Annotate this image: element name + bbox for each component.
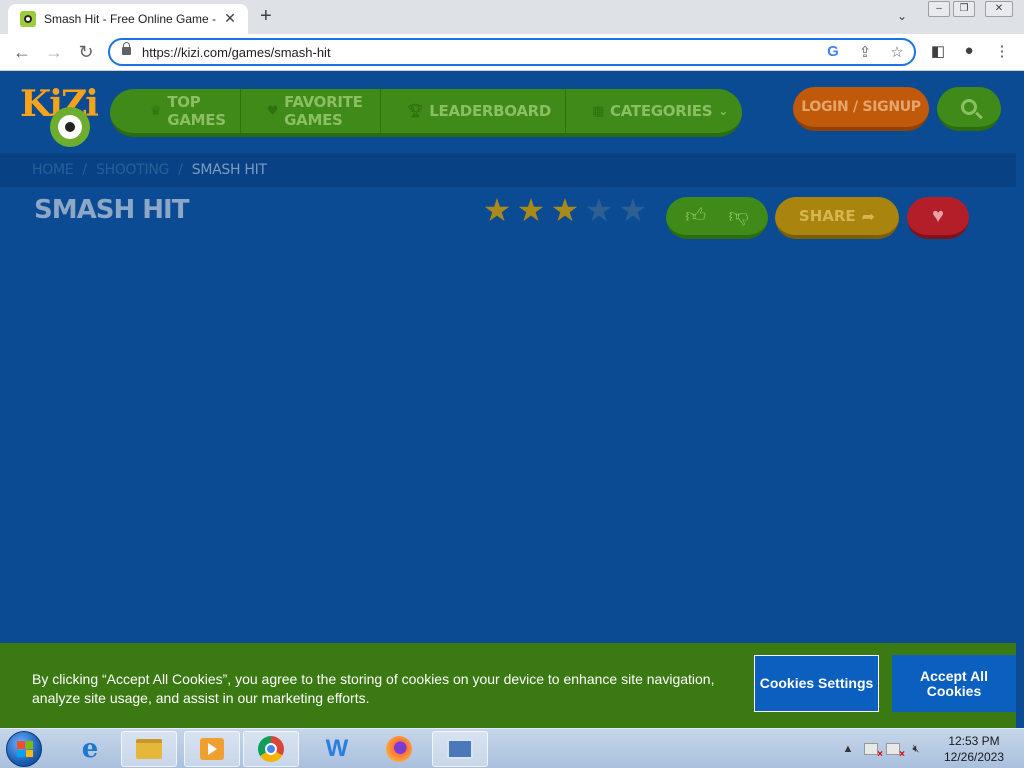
start-button[interactable] xyxy=(6,731,42,767)
clock-time: 12:53 PM xyxy=(948,734,1000,748)
taskbar-chrome[interactable] xyxy=(243,731,299,767)
folder-icon xyxy=(136,739,162,759)
lock-icon[interactable] xyxy=(122,42,131,55)
nav-label: CATEGORIES xyxy=(610,102,713,120)
minimize-button[interactable]: – xyxy=(928,1,950,17)
thumbs-down-icon[interactable]: 👎︎ xyxy=(728,204,748,228)
breadcrumb-separator: / xyxy=(178,162,183,178)
network-icon[interactable] xyxy=(886,743,905,760)
browser-tab[interactable]: Smash Hit - Free Online Game - K ✕ xyxy=(8,4,248,34)
clock-date: 12/26/2023 xyxy=(943,750,1005,764)
star-icon[interactable]: ★ xyxy=(548,194,582,226)
reload-icon[interactable]: ↻ xyxy=(75,41,97,63)
cookies-settings-button[interactable]: Cookies Settings xyxy=(754,655,879,712)
chrome-icon xyxy=(258,736,284,762)
chevron-down-icon: ⌄ xyxy=(718,104,728,118)
volume-muted-icon[interactable]: 🔇︎ xyxy=(908,743,924,756)
show-hidden-icons-icon[interactable]: ▲ xyxy=(840,743,856,755)
url-text[interactable]: https://kizi.com/games/smash-hit xyxy=(142,45,331,60)
action-center-flag-icon[interactable] xyxy=(864,743,883,760)
bookmark-star-icon[interactable]: ☆ xyxy=(888,43,906,61)
taskbar-remote-desktop[interactable] xyxy=(432,731,488,767)
tab-search-chevron-icon[interactable]: ⌄ xyxy=(897,9,907,23)
nav-leaderboard[interactable]: 🏆︎ LEADERBOARD xyxy=(381,89,567,133)
nav-label: TOP GAMES xyxy=(167,93,226,129)
media-player-icon xyxy=(200,738,224,760)
taskbar: e W ▲ 🔇︎ 12:53 PM 12/26/2023 xyxy=(0,728,1024,768)
system-clock[interactable]: 12:53 PM 12/26/2023 xyxy=(936,733,1012,765)
share-button[interactable]: SHARE ➦ xyxy=(775,197,899,239)
crown-icon: ♛ xyxy=(150,103,162,119)
nav-label: FAVORITE GAMES xyxy=(284,93,363,129)
taskbar-media-player[interactable] xyxy=(184,731,240,767)
close-icon[interactable]: ✕ xyxy=(222,10,238,27)
page-title: SMASH HIT xyxy=(34,195,189,225)
taskbar-internet-explorer[interactable]: e xyxy=(62,731,118,767)
thumbs-up-icon[interactable]: 👍︎ xyxy=(685,204,706,228)
kizi-logo[interactable]: KiZi xyxy=(20,79,106,157)
grid-icon: ▦ xyxy=(592,103,605,119)
remote-desktop-icon xyxy=(447,739,473,759)
cookie-text: By clicking “Accept All Cookies”, you ag… xyxy=(32,671,715,706)
system-tray: ▲ 🔇︎ xyxy=(840,729,924,768)
close-window-button[interactable]: ✕ xyxy=(985,1,1013,17)
browser-tab-strip: Smash Hit - Free Online Game - K ✕ + ⌄ –… xyxy=(0,0,1024,34)
heart-icon: ♥ xyxy=(266,103,279,119)
breadcrumb: HOME / SHOOTING / SMASH HIT xyxy=(0,153,1016,187)
breadcrumb-separator: / xyxy=(82,162,87,178)
page-scrollbar[interactable] xyxy=(1016,71,1024,728)
share-page-icon[interactable]: ⇪ xyxy=(856,43,874,61)
trophy-icon: 🏆︎ xyxy=(407,103,424,119)
breadcrumb-current: SMASH HIT xyxy=(191,162,267,178)
share-label: SHARE xyxy=(798,207,856,225)
maximize-button[interactable]: ❐ xyxy=(953,1,975,17)
star-icon[interactable]: ★ xyxy=(616,194,650,226)
firefox-icon xyxy=(386,736,412,762)
cookie-banner: By clicking “Accept All Cookies”, you ag… xyxy=(0,643,1016,728)
search-icon xyxy=(961,99,977,115)
breadcrumb-shooting[interactable]: SHOOTING xyxy=(96,162,169,178)
new-tab-button[interactable]: + xyxy=(260,6,272,26)
logo-mascot-eye-icon xyxy=(50,107,90,147)
accept-all-cookies-button[interactable]: Accept All Cookies xyxy=(892,655,1016,712)
google-lens-icon[interactable]: G xyxy=(824,43,842,60)
breadcrumb-home[interactable]: HOME xyxy=(32,162,74,178)
profile-icon[interactable]: ● xyxy=(959,42,979,59)
kizi-favicon-icon xyxy=(20,11,36,27)
vote-group: 👍︎ 👎︎ xyxy=(666,197,768,239)
forward-arrow-icon[interactable]: → xyxy=(43,41,65,63)
nav-categories[interactable]: ▦ CATEGORIES ⌄ xyxy=(566,89,742,133)
address-bar[interactable]: https://kizi.com/games/smash-hit G ⇪ ☆ xyxy=(108,38,916,66)
search-button[interactable] xyxy=(937,87,1001,131)
login-signup-button[interactable]: LOGIN / SIGNUP xyxy=(793,87,929,131)
w-app-icon: W xyxy=(325,735,349,762)
nav-favorite-games[interactable]: ♥ FAVORITE GAMES xyxy=(241,89,382,133)
star-icon[interactable]: ★ xyxy=(582,194,616,226)
heart-icon: ♥ xyxy=(932,204,944,227)
browser-menu-icon[interactable]: ⋮ xyxy=(992,42,1012,60)
taskbar-firefox[interactable] xyxy=(371,731,427,767)
browser-toolbar: ← → ↻ https://kizi.com/games/smash-hit G… xyxy=(0,34,1024,71)
star-rating[interactable]: ★ ★ ★ ★ ★ xyxy=(480,194,650,226)
tab-title: Smash Hit - Free Online Game - K xyxy=(44,12,220,26)
nav-label: LEADERBOARD xyxy=(429,102,552,120)
nav-top-games[interactable]: ♛ TOP GAMES xyxy=(110,89,241,133)
back-arrow-icon[interactable]: ← xyxy=(11,41,33,63)
taskbar-w-app[interactable]: W xyxy=(309,731,365,767)
side-panel-icon[interactable]: ◧ xyxy=(928,42,948,60)
windows-logo-icon xyxy=(17,741,33,757)
favorite-button[interactable]: ♥ xyxy=(907,197,969,239)
star-icon[interactable]: ★ xyxy=(514,194,548,226)
taskbar-file-explorer[interactable] xyxy=(121,731,177,767)
internet-explorer-icon: e xyxy=(81,734,99,764)
page-content: KiZi ♛ TOP GAMES ♥ FAVORITE GAMES 🏆︎ LEA… xyxy=(0,71,1016,728)
main-navigation: ♛ TOP GAMES ♥ FAVORITE GAMES 🏆︎ LEADERBO… xyxy=(110,89,742,137)
star-icon[interactable]: ★ xyxy=(480,194,514,226)
share-arrow-icon: ➦ xyxy=(861,206,876,226)
